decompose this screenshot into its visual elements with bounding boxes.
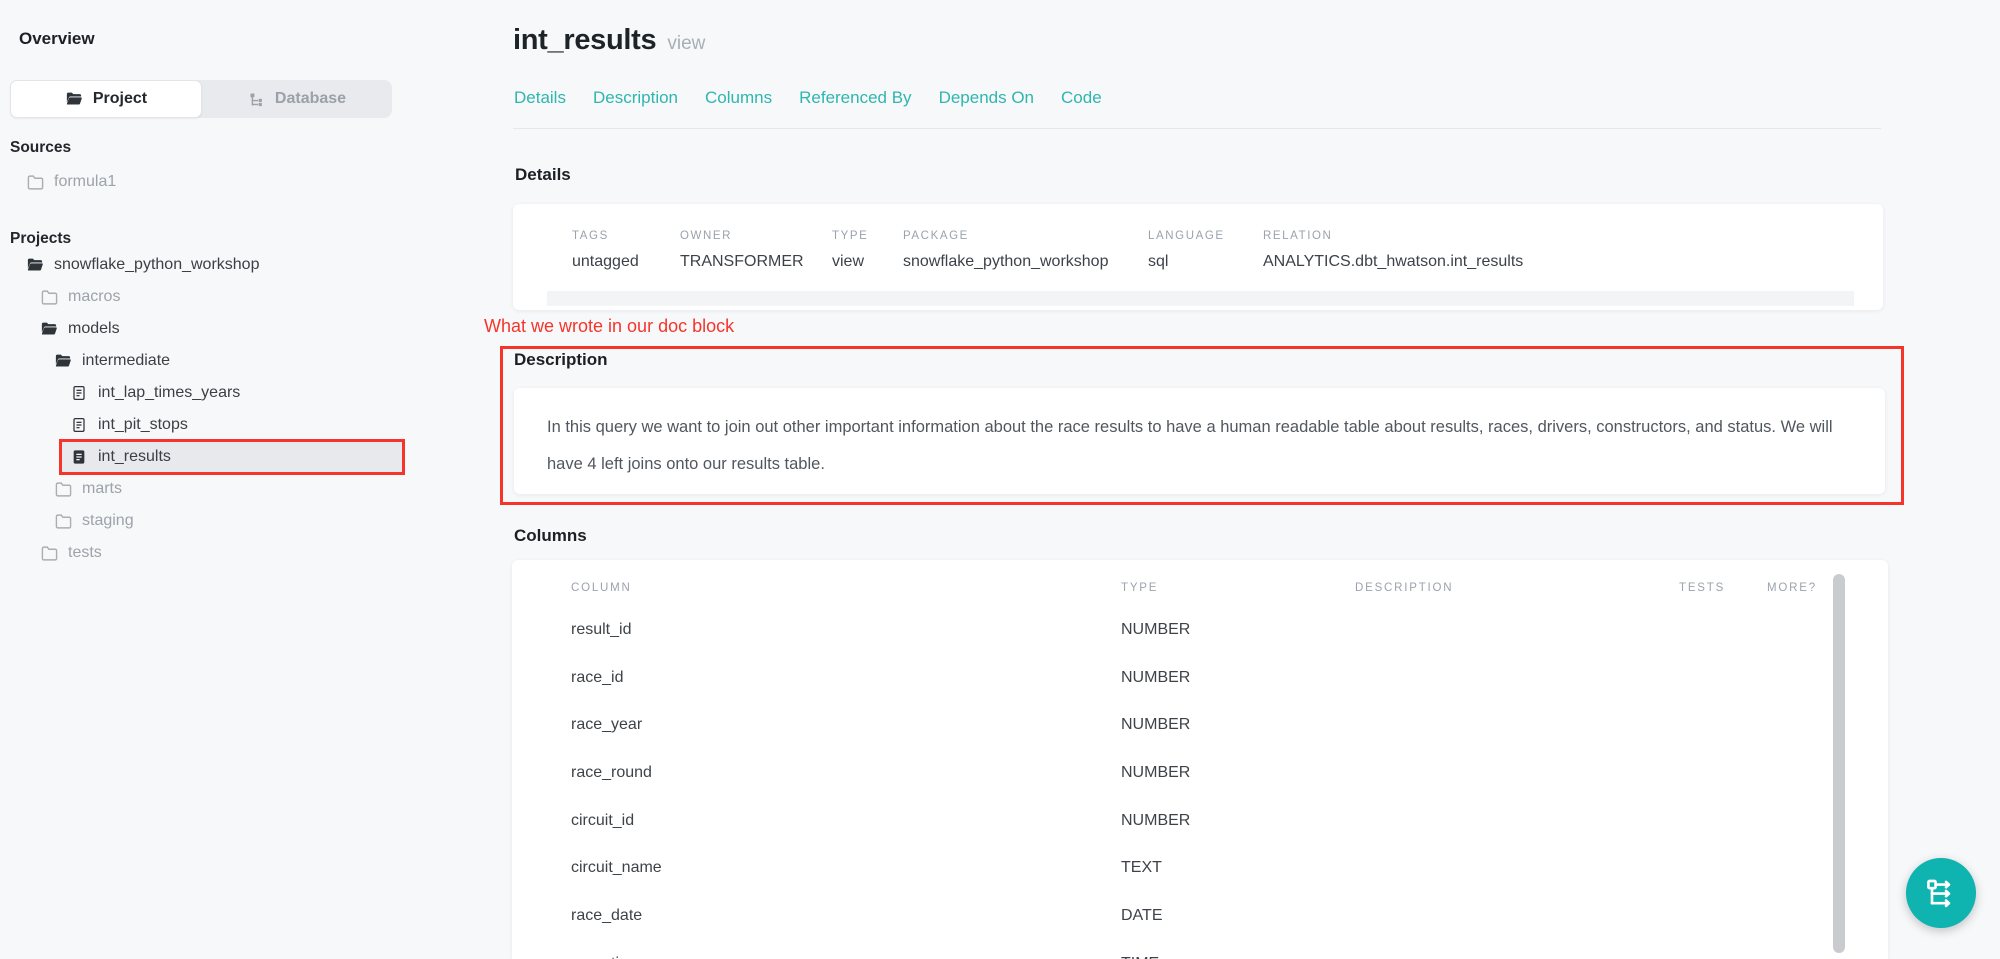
columns-card: COLUMNTYPEDESCRIPTIONTESTSMORE? result_i… bbox=[512, 560, 1888, 959]
model-type-badge: view bbox=[667, 33, 705, 55]
folder-open-icon bbox=[39, 320, 59, 338]
column-type-cell: NUMBER bbox=[1121, 716, 1355, 734]
tab-bar: Details Description Columns Referenced By De… bbox=[514, 88, 1102, 108]
page-title: int_results bbox=[513, 24, 656, 57]
sidebar-item-label: int_pit_stops bbox=[98, 416, 188, 434]
detail-field-label: RELATION bbox=[1263, 230, 1523, 242]
table-scrollbar[interactable] bbox=[1833, 574, 1845, 953]
detail-field-label: TAGS bbox=[572, 230, 680, 242]
detail-field-value: snowflake_python_workshop bbox=[903, 253, 1148, 271]
file-icon bbox=[69, 417, 89, 433]
table-row-result_id[interactable]: result_idNUMBER bbox=[512, 606, 1888, 654]
detail-field-value: untagged bbox=[572, 253, 680, 271]
main-content: int_results view Details Description Colum… bbox=[0, 0, 2000, 959]
file-filled-icon bbox=[69, 449, 89, 465]
detail-field-label: LANGUAGE bbox=[1148, 230, 1263, 242]
sidebar-item-label: int_results bbox=[98, 448, 171, 466]
details-fields: TAGS untaggedOWNER TRANSFORMERTYPE viewPACK… bbox=[513, 204, 1883, 271]
column-type-cell: NUMBER bbox=[1121, 764, 1355, 782]
sidebar-item-label: int_lap_times_years bbox=[98, 384, 240, 402]
table-row-circuit_id[interactable]: circuit_idNUMBER bbox=[512, 797, 1888, 845]
detail-field-language: LANGUAGE sql bbox=[1148, 230, 1263, 271]
sidebar-item-label: marts bbox=[82, 480, 122, 498]
title-row: int_results view bbox=[513, 24, 705, 57]
details-section-heading: Details bbox=[515, 165, 571, 185]
sidebar-item-label: staging bbox=[82, 512, 134, 530]
column-name-cell: race_round bbox=[571, 764, 1121, 782]
details-card-strip bbox=[547, 291, 1854, 306]
column-type-cell: NUMBER bbox=[1121, 621, 1355, 639]
detail-field-value: ANALYTICS.dbt_hwatson.int_results bbox=[1263, 253, 1523, 271]
sidebar-item-label: tests bbox=[68, 544, 102, 562]
tab-divider bbox=[513, 128, 1881, 129]
folder-icon bbox=[25, 174, 45, 191]
details-card: TAGS untaggedOWNER TRANSFORMERTYPE viewPACK… bbox=[513, 204, 1883, 310]
folder-icon bbox=[53, 513, 73, 530]
sidebar-item-label: formula1 bbox=[54, 173, 116, 191]
table-header-description: DESCRIPTION bbox=[1355, 582, 1679, 594]
column-name-cell: circuit_id bbox=[571, 812, 1121, 830]
columns-table-header: COLUMNTYPEDESCRIPTIONTESTSMORE? bbox=[512, 560, 1888, 606]
table-header-tests: TESTS bbox=[1679, 582, 1767, 594]
column-name-cell: race_date bbox=[571, 907, 1121, 925]
column-name-cell: result_id bbox=[571, 621, 1121, 639]
description-section-heading: Description bbox=[514, 350, 608, 370]
column-name-cell: circuit_name bbox=[571, 859, 1121, 877]
detail-field-package: PACKAGE snowflake_python_workshop bbox=[903, 230, 1148, 271]
folder-icon bbox=[39, 289, 59, 306]
tab-code[interactable]: Code bbox=[1061, 88, 1102, 108]
description-card: In this query we want to join out other … bbox=[514, 388, 1885, 494]
table-header-type: TYPE bbox=[1121, 582, 1355, 594]
table-row-race_year[interactable]: race_yearNUMBER bbox=[512, 701, 1888, 749]
detail-field-value: TRANSFORMER bbox=[680, 253, 832, 271]
sidebar-item-label: models bbox=[68, 320, 120, 338]
tab-description[interactable]: Description bbox=[593, 88, 678, 108]
folder-open-icon bbox=[25, 256, 45, 274]
table-row-race_time[interactable]: race_timeTIME bbox=[512, 940, 1888, 959]
detail-field-value: view bbox=[832, 253, 903, 271]
column-name-cell: race_id bbox=[571, 669, 1121, 687]
tab-referenced-by[interactable]: Referenced By bbox=[799, 88, 911, 108]
lineage-graph-button[interactable] bbox=[1906, 858, 1976, 928]
detail-field-relation: RELATION ANALYTICS.dbt_hwatson.int_result… bbox=[1263, 230, 1523, 271]
folder-open-icon bbox=[53, 352, 73, 370]
column-type-cell: NUMBER bbox=[1121, 812, 1355, 830]
column-name-cell: race_time bbox=[571, 955, 1121, 959]
columns-table-body: result_idNUMBERrace_idNUMBERrace_yearNUM… bbox=[512, 606, 1888, 959]
detail-field-tags: TAGS untagged bbox=[572, 230, 680, 271]
column-type-cell: TEXT bbox=[1121, 859, 1355, 877]
column-name-cell: race_year bbox=[571, 716, 1121, 734]
detail-field-type: TYPE view bbox=[832, 230, 903, 271]
sidebar-item-label: macros bbox=[68, 288, 120, 306]
column-type-cell: DATE bbox=[1121, 907, 1355, 925]
column-type-cell: NUMBER bbox=[1121, 669, 1355, 687]
doc-block-annotation-text: What we wrote in our doc block bbox=[484, 316, 734, 337]
table-row-circuit_name[interactable]: circuit_nameTEXT bbox=[512, 844, 1888, 892]
detail-field-label: OWNER bbox=[680, 230, 832, 242]
detail-field-value: sql bbox=[1148, 253, 1263, 271]
table-header-more: MORE? bbox=[1767, 582, 1888, 594]
file-icon bbox=[69, 385, 89, 401]
detail-field-label: TYPE bbox=[832, 230, 903, 242]
lineage-graph-icon bbox=[1923, 875, 1959, 911]
description-body: In this query we want to join out other … bbox=[547, 418, 1833, 473]
table-header-column: COLUMN bbox=[571, 582, 1121, 594]
sidebar-item-label: intermediate bbox=[82, 352, 170, 370]
table-row-race_date[interactable]: race_dateDATE bbox=[512, 892, 1888, 940]
detail-field-label: PACKAGE bbox=[903, 230, 1148, 242]
tab-columns[interactable]: Columns bbox=[705, 88, 772, 108]
folder-icon bbox=[53, 481, 73, 498]
tab-details[interactable]: Details bbox=[514, 88, 566, 108]
columns-section-heading: Columns bbox=[514, 526, 587, 546]
table-row-race_id[interactable]: race_idNUMBER bbox=[512, 654, 1888, 702]
detail-field-owner: OWNER TRANSFORMER bbox=[680, 230, 832, 271]
table-row-race_round[interactable]: race_roundNUMBER bbox=[512, 749, 1888, 797]
tab-depends-on[interactable]: Depends On bbox=[939, 88, 1034, 108]
folder-icon bbox=[39, 545, 59, 562]
column-type-cell: TIME bbox=[1121, 955, 1355, 959]
sidebar-item-label: snowflake_python_workshop bbox=[54, 256, 259, 274]
